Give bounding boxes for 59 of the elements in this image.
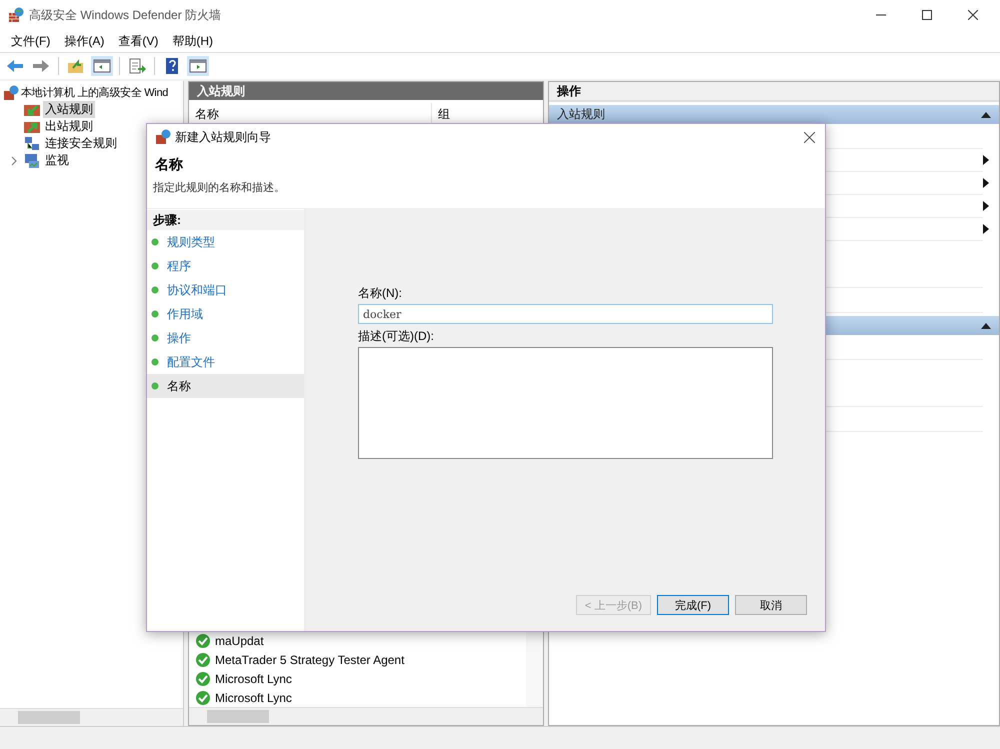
panel-header: 入站规则 [189,82,543,100]
tree-item[interactable]: 出站规则 [43,118,95,135]
step-bullet-icon [151,238,159,246]
rule-name[interactable]: Microsoft Lync [215,672,292,686]
menu-item[interactable]: 文件(F) [4,30,58,52]
section-header[interactable]: 入站规则 [549,105,999,124]
dialog-title: 新建入站规则向导 [175,128,271,146]
page-subtitle: 指定此规则的名称和描述。 [152,180,286,195]
close-icon[interactable] [968,10,978,20]
horizontal-scrollbar[interactable] [0,708,183,726]
monitor-icon [24,152,40,168]
column-header[interactable]: 组 [432,103,456,123]
expand-chevron-icon[interactable] [10,156,18,166]
panel-icon[interactable] [187,56,209,76]
collapse-caret-icon[interactable] [981,322,991,328]
menu-item[interactable]: 查看(V) [111,30,166,52]
step-bullet-icon [151,334,159,342]
panel-icon[interactable] [91,56,113,76]
rule-name[interactable]: maUpdat [215,634,264,648]
network-icon [24,136,40,152]
submenu-arrow-icon[interactable] [983,201,989,211]
step-bullet-icon [151,382,159,390]
page-heading: 名称 [154,155,184,174]
steps-header: 步骤: [147,210,304,230]
step-bullet-icon [151,310,159,318]
description-field[interactable] [358,347,773,459]
step-link[interactable]: 程序 [167,258,191,274]
step-link[interactable]: 作用域 [167,306,203,322]
step-link[interactable]: 名称 [167,378,191,394]
window-title: 高级安全 Windows Defender 防火墙 [29,6,222,24]
rule-name[interactable]: Microsoft Lync [215,690,292,704]
collapse-caret-icon[interactable] [981,112,991,118]
step-link[interactable]: 协议和端口 [167,282,227,298]
field-label: 描述(可选)(D): [358,328,435,345]
submenu-arrow-icon[interactable] [983,224,989,234]
tree-item[interactable]: 入站规则 [43,101,95,118]
menu-item[interactable]: 操作(A) [57,30,112,52]
rule-name[interactable]: MetaTrader 5 Strategy Tester Agent [215,652,404,666]
name-field[interactable]: docker [358,304,773,324]
tree-item[interactable]: 监视 [43,152,71,169]
step-link[interactable]: 操作 [167,330,191,346]
close-icon[interactable] [804,132,815,142]
panel-header: 操作 [549,82,999,102]
cancel-button[interactable]: 取消 [735,595,807,615]
submenu-arrow-icon[interactable] [983,178,989,188]
step-bullet-icon [151,358,159,366]
step-bullet-icon [151,262,159,270]
tree-item[interactable]: 本地计算机 上的高级安全 Wind [21,85,168,100]
horizontal-scrollbar[interactable] [189,707,543,725]
section-title: 入站规则 [557,106,605,123]
finish-button[interactable]: 完成(F) [657,595,729,615]
tree-item[interactable]: 连接安全规则 [43,135,119,152]
submenu-arrow-icon[interactable] [983,155,989,165]
step-link[interactable]: 规则类型 [167,234,215,250]
maximize-icon[interactable] [922,10,932,20]
step-link[interactable]: 配置文件 [167,354,215,370]
step-bullet-icon [151,286,159,294]
menu-item[interactable]: 帮助(H) [165,30,220,52]
field-label: 名称(N): [358,285,403,302]
